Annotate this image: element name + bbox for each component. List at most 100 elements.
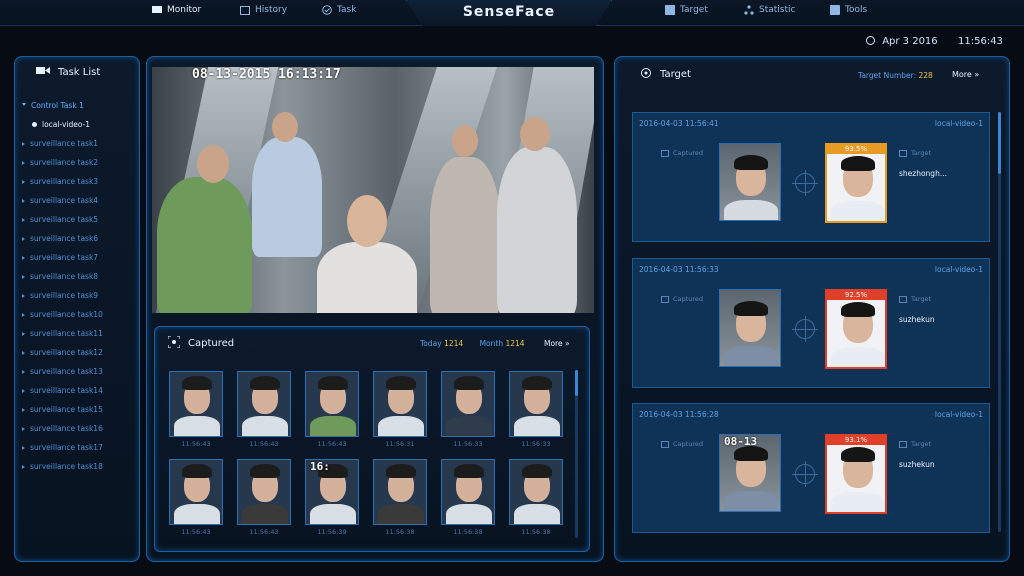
captured-more-button[interactable]: More »	[544, 339, 570, 348]
clock-icon	[866, 36, 875, 45]
match-crosshair-icon	[792, 316, 818, 342]
double-chevron-right-icon: »	[564, 339, 570, 348]
captured-thumbnail[interactable]	[169, 371, 223, 437]
task-list: Control Task 1 local-video-1 surveillanc…	[22, 96, 142, 476]
task-item-surveillance-9[interactable]: surveillance task9	[22, 286, 142, 305]
task-item-surveillance-8[interactable]: surveillance task8	[22, 267, 142, 286]
person	[317, 242, 417, 313]
nav-history[interactable]: History	[240, 5, 287, 15]
nav-monitor[interactable]: Monitor	[152, 5, 201, 15]
task-label: surveillance task9	[30, 291, 99, 300]
task-item-surveillance-15[interactable]: surveillance task15	[22, 400, 142, 419]
task-item-surveillance-11[interactable]: surveillance task11	[22, 324, 142, 343]
captured-thumbnail[interactable]	[373, 459, 427, 525]
captured-thumbnail[interactable]	[305, 371, 359, 437]
captured-face-photo[interactable]	[719, 143, 781, 221]
target-match-card[interactable]: 2016-04-03 11:56:28 local-video-1 Captur…	[632, 403, 990, 533]
chevron-right-icon	[22, 236, 25, 241]
brand-logo: SenseFace	[406, 0, 612, 26]
photo-hair	[841, 447, 875, 462]
scrollbar-handle[interactable]	[998, 112, 1001, 174]
photo-hair	[841, 302, 875, 317]
captured-thumbnail[interactable]	[169, 459, 223, 525]
task-item-surveillance-13[interactable]: surveillance task13	[22, 362, 142, 381]
captured-face-photo[interactable]	[719, 289, 781, 367]
captured-thumbnail[interactable]	[509, 459, 563, 525]
face-scan-icon	[661, 149, 669, 157]
nav-tools[interactable]: Tools	[830, 5, 867, 15]
thumb-overlay-timestamp: 16:	[310, 460, 330, 473]
task-item-surveillance-7[interactable]: surveillance task7	[22, 248, 142, 267]
photo-shirt	[724, 346, 778, 366]
captured-title: Captured	[188, 338, 235, 349]
task-item-surveillance-4[interactable]: surveillance task4	[22, 191, 142, 210]
thumb-time: 11:56:38	[385, 528, 415, 536]
thumb-time: 11:56:33	[453, 440, 483, 448]
task-item-control-task-1[interactable]: Control Task 1	[22, 96, 142, 115]
task-list-header: Task List	[36, 66, 100, 78]
task-item-surveillance-18[interactable]: surveillance task18	[22, 457, 142, 476]
task-label: surveillance task10	[30, 310, 103, 319]
captured-thumbnail[interactable]	[509, 371, 563, 437]
target-face-photo[interactable]: 93.1%	[825, 434, 887, 514]
target-face-photo[interactable]: 93.5%	[825, 143, 887, 223]
match-score: 92.5%	[827, 291, 885, 300]
task-item-surveillance-6[interactable]: surveillance task6	[22, 229, 142, 248]
captured-scrollbar[interactable]	[575, 370, 578, 538]
captured-thumbnail[interactable]	[441, 371, 495, 437]
face-scan-icon	[661, 440, 669, 448]
captured-thumbnail[interactable]	[237, 371, 291, 437]
thumb-time: 11:56:39	[317, 528, 347, 536]
thumb-shirt	[378, 504, 424, 524]
task-item-surveillance-12[interactable]: surveillance task12	[22, 343, 142, 362]
chevron-right-icon	[22, 369, 25, 374]
target-number-label: Target Number:	[858, 71, 917, 80]
task-label: surveillance task17	[30, 443, 103, 452]
more-label: More	[952, 70, 972, 79]
target-match-card[interactable]: 2016-04-03 11:56:33 local-video-1 Captur…	[632, 258, 990, 388]
live-video-feed[interactable]: 08-13-2015 16:13:17	[152, 67, 594, 313]
thumb-shirt	[174, 416, 220, 436]
person	[497, 147, 577, 313]
captured-face-photo[interactable]: 08-13	[719, 434, 781, 512]
task-item-surveillance-5[interactable]: surveillance task5	[22, 210, 142, 229]
chevron-right-icon	[22, 217, 25, 222]
person-head	[347, 195, 387, 247]
captured-stats: Today 1214 Month 1214	[420, 339, 525, 348]
task-item-surveillance-2[interactable]: surveillance task2	[22, 153, 142, 172]
captured-thumbnail[interactable]	[237, 459, 291, 525]
task-item-surveillance-16[interactable]: surveillance task16	[22, 419, 142, 438]
chevron-right-icon	[22, 464, 25, 469]
nav-tools-label: Tools	[845, 5, 868, 15]
captured-thumbnail[interactable]	[441, 459, 495, 525]
match-date: 2016-04-03 11:56:28	[639, 410, 719, 419]
captured-thumbnail[interactable]	[373, 371, 427, 437]
scrollbar-handle[interactable]	[575, 370, 578, 396]
target-match-card[interactable]: 2016-04-03 11:56:41 local-video-1 Captur…	[632, 112, 990, 242]
task-item-surveillance-14[interactable]: surveillance task14	[22, 381, 142, 400]
task-item-surveillance-1[interactable]: surveillance task1	[22, 134, 142, 153]
chevron-right-icon	[22, 274, 25, 279]
face-scan-icon	[167, 335, 181, 351]
task-label: surveillance task3	[30, 177, 99, 186]
nav-task[interactable]: Task	[322, 5, 356, 15]
top-navigation-bar: Monitor History Task SenseFace Target St…	[0, 0, 1024, 26]
chevron-right-icon	[22, 179, 25, 184]
target-scrollbar[interactable]	[998, 112, 1001, 532]
task-item-surveillance-3[interactable]: surveillance task3	[22, 172, 142, 191]
captured-thumbnail[interactable]: 16:	[305, 459, 359, 525]
camera-icon	[36, 66, 50, 78]
video-timestamp: 08-13-2015 16:13:17	[192, 67, 341, 82]
target-face-photo[interactable]: 92.5%	[825, 289, 887, 369]
nav-target[interactable]: Target	[665, 5, 708, 15]
task-item-local-video-1[interactable]: local-video-1	[22, 115, 142, 134]
thumb-hair	[454, 464, 484, 478]
task-item-surveillance-10[interactable]: surveillance task10	[22, 305, 142, 324]
task-item-surveillance-17[interactable]: surveillance task17	[22, 438, 142, 457]
match-crosshair-icon	[792, 170, 818, 196]
user-card-icon	[899, 440, 907, 448]
task-label: surveillance task1	[30, 139, 99, 148]
target-more-button[interactable]: More »	[952, 70, 979, 79]
nav-history-label: History	[255, 5, 288, 15]
nav-statistic[interactable]: Statistic	[744, 5, 795, 15]
